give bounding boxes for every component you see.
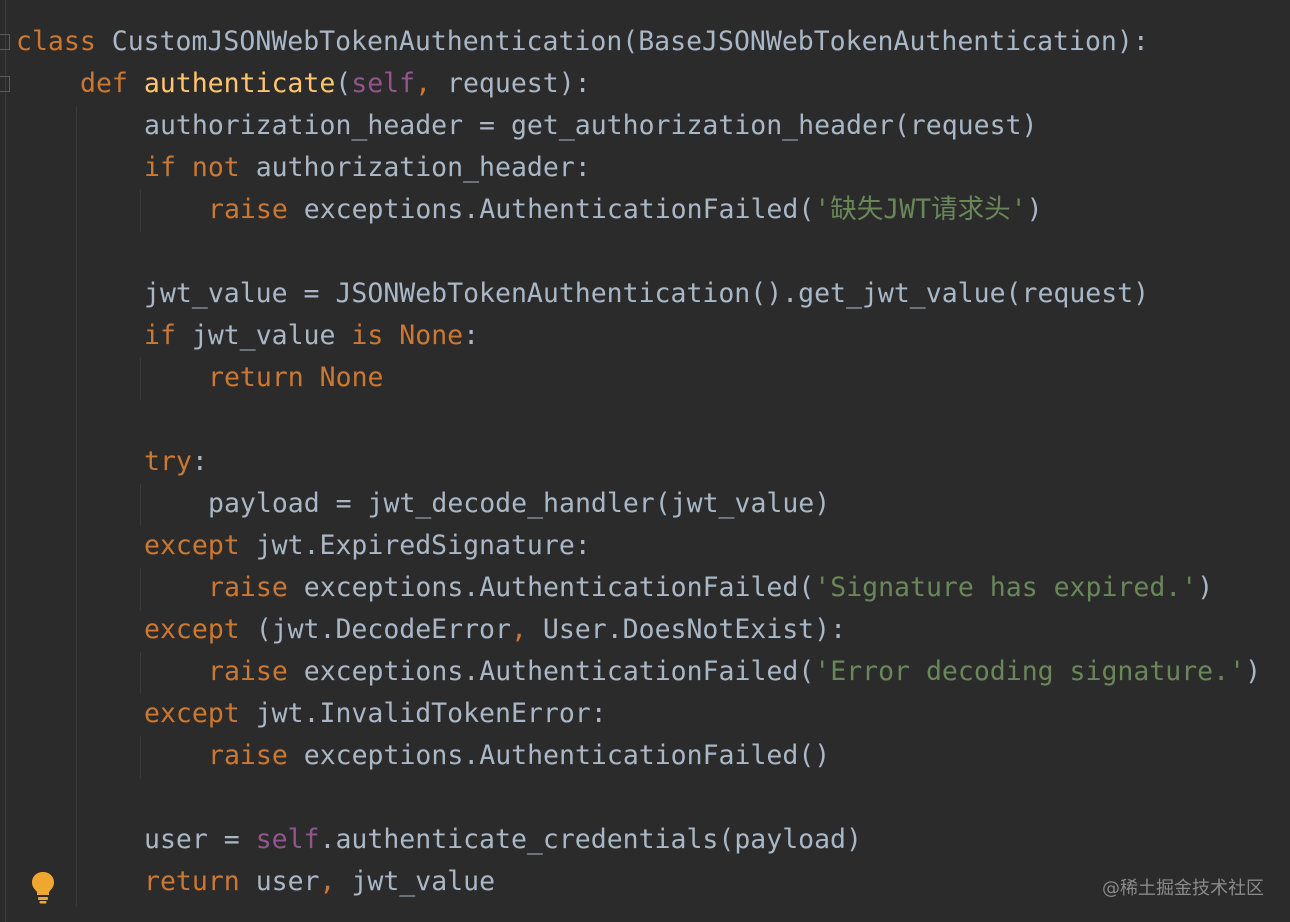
code-line[interactable]: return None bbox=[208, 357, 384, 399]
code-line[interactable]: payload = jwt_decode_handler(jwt_value) bbox=[208, 483, 830, 525]
code-token: is None bbox=[351, 320, 464, 351]
code-token: authorization_header = get_authorization… bbox=[144, 110, 1038, 141]
code-token: CustomJSONWebTokenAuthentication(BaseJSO… bbox=[95, 26, 1149, 57]
code-line[interactable]: except (jwt.DecodeError, User.DoesNotExi… bbox=[144, 609, 846, 651]
code-line[interactable]: class CustomJSONWebTokenAuthentication(B… bbox=[16, 21, 1149, 63]
code-token: jwt.InvalidTokenError: bbox=[239, 698, 607, 729]
code-token: ) bbox=[1197, 572, 1214, 603]
code-token: class bbox=[16, 26, 96, 57]
code-token: try bbox=[144, 446, 192, 477]
code-token: jwt_value bbox=[175, 320, 352, 351]
fold-marker-icon[interactable] bbox=[0, 34, 10, 50]
code-token: (jwt.DecodeError bbox=[239, 614, 511, 645]
code-token: : bbox=[191, 446, 208, 477]
indent-guide bbox=[76, 106, 77, 906]
gutter bbox=[5, 0, 6, 922]
code-line[interactable]: except jwt.InvalidTokenError: bbox=[144, 693, 607, 735]
code-line[interactable]: except jwt.ExpiredSignature: bbox=[144, 525, 591, 567]
code-token: , bbox=[415, 68, 432, 99]
code-token: raise bbox=[208, 656, 288, 687]
code-line[interactable]: raise exceptions.AuthenticationFailed('缺… bbox=[208, 189, 1043, 231]
code-token: '缺失JWT请求头' bbox=[814, 194, 1027, 225]
code-token: exceptions.AuthenticationFailed( bbox=[287, 656, 815, 687]
code-token: except bbox=[144, 698, 240, 729]
code-token: jwt_value = JSONWebTokenAuthentication()… bbox=[144, 278, 1150, 309]
code-token: , bbox=[510, 614, 527, 645]
indent-guide bbox=[140, 358, 141, 400]
code-token: 'Error decoding signature.' bbox=[814, 656, 1246, 687]
code-line[interactable]: jwt_value = JSONWebTokenAuthentication()… bbox=[144, 273, 1149, 315]
code-token: self bbox=[255, 824, 320, 855]
code-line[interactable]: user = self.authenticate_credentials(pay… bbox=[144, 819, 862, 861]
code-editor[interactable]: class CustomJSONWebTokenAuthentication(B… bbox=[0, 0, 1290, 922]
watermark: @稀土掘金技术社区 bbox=[1102, 878, 1264, 899]
code-token: ( bbox=[335, 68, 352, 99]
code-token: return None bbox=[208, 362, 384, 393]
code-token: .authenticate_credentials(payload) bbox=[319, 824, 862, 855]
indent-guide bbox=[140, 652, 141, 694]
code-token: ) bbox=[1026, 194, 1043, 225]
code-token: except bbox=[144, 614, 240, 645]
code-token: authorization_header: bbox=[239, 152, 591, 183]
code-token: return bbox=[144, 866, 240, 897]
code-line[interactable]: authorization_header = get_authorization… bbox=[144, 105, 1037, 147]
indent-guide bbox=[140, 568, 141, 610]
code-token: raise bbox=[208, 194, 288, 225]
code-line[interactable]: raise exceptions.AuthenticationFailed('S… bbox=[208, 567, 1213, 609]
code-token: user bbox=[239, 866, 320, 897]
code-token: exceptions.AuthenticationFailed() bbox=[287, 740, 831, 771]
code-line[interactable]: if not authorization_header: bbox=[144, 147, 591, 189]
code-token: request): bbox=[431, 68, 591, 99]
code-line[interactable]: def authenticate(self, request): bbox=[80, 63, 591, 105]
code-line[interactable]: raise exceptions.AuthenticationFailed('E… bbox=[208, 651, 1261, 693]
code-token: jwt_value bbox=[335, 866, 496, 897]
code-token: : bbox=[463, 320, 480, 351]
code-token: ) bbox=[1245, 656, 1262, 687]
code-token: 'Signature has expired.' bbox=[814, 572, 1198, 603]
code-token: raise bbox=[208, 740, 288, 771]
code-line[interactable]: if jwt_value is None: bbox=[144, 315, 479, 357]
code-token: payload = jwt_decode_handler(jwt_value) bbox=[208, 488, 831, 519]
code-line[interactable]: return user, jwt_value bbox=[144, 861, 495, 903]
code-token: raise bbox=[208, 572, 288, 603]
code-token: exceptions.AuthenticationFailed( bbox=[287, 572, 815, 603]
code-token: jwt.ExpiredSignature: bbox=[239, 530, 591, 561]
indent-guide bbox=[140, 736, 141, 778]
code-token: except bbox=[144, 530, 240, 561]
code-token: if not bbox=[144, 152, 240, 183]
indent-guide bbox=[140, 190, 141, 232]
code-token: user = bbox=[144, 824, 256, 855]
code-token: User.DoesNotExist): bbox=[526, 614, 847, 645]
code-token: authenticate bbox=[143, 68, 336, 99]
code-token: def bbox=[80, 68, 128, 99]
lightbulb-icon[interactable] bbox=[30, 870, 56, 904]
code-line[interactable]: raise exceptions.AuthenticationFailed() bbox=[208, 735, 830, 777]
code-line[interactable]: try: bbox=[144, 441, 208, 483]
code-token: self bbox=[351, 68, 416, 99]
code-token: , bbox=[319, 866, 336, 897]
fold-marker-icon[interactable] bbox=[0, 76, 10, 92]
indent-guide bbox=[140, 484, 141, 526]
code-token: if bbox=[144, 320, 176, 351]
code-token: exceptions.AuthenticationFailed( bbox=[287, 194, 815, 225]
